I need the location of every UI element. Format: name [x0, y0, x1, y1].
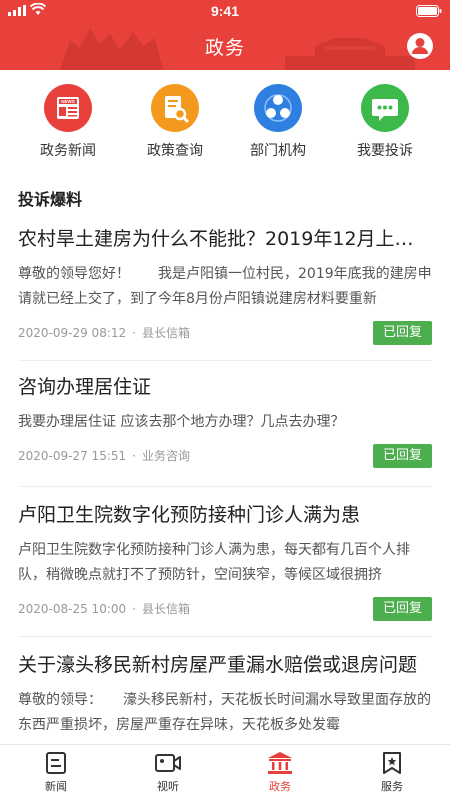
department-icon	[254, 84, 302, 132]
status-bar: 9:41	[0, 0, 450, 22]
list-item[interactable]: 农村旱土建房为什么不能批？2019年12月上交建房申请 尊敬的领导您好！ 我是卢…	[18, 226, 432, 345]
complaint-summary: 卢阳卫生院数字化预防接种门诊人满为患，每天都有几百个人排队，稍微晚点就打不了预防…	[18, 542, 410, 583]
tab-label: 服务	[381, 780, 403, 793]
status-time: 9:41	[210, 3, 240, 19]
tab-news[interactable]: 新闻	[0, 751, 112, 794]
complaint-category: 县长信箱	[141, 326, 190, 340]
user-profile-icon[interactable]	[406, 32, 434, 60]
quick-nav: NEWS 政务新闻 政策查询 部门机构 我要投诉	[0, 70, 450, 168]
separator-dot: ·	[132, 449, 136, 463]
svg-text:NEWS: NEWS	[61, 99, 75, 104]
quick-nav-label: 部门机构	[250, 143, 306, 159]
section-title: 投诉爆料	[18, 190, 83, 209]
complaint-date: 2020-09-27 15:51	[18, 449, 127, 463]
complaint-title: 卢阳卫生院数字化预防接种门诊人满为患	[18, 504, 361, 526]
quick-nav-label: 政策查询	[147, 143, 203, 159]
status-badge: 已回复	[372, 321, 432, 345]
complaint-icon	[361, 84, 409, 132]
quick-nav-label: 我要投诉	[357, 143, 413, 159]
news-tab-icon	[46, 752, 66, 774]
tab-label: 视听	[157, 780, 179, 793]
complaint-summary: 尊敬的领导： 濠头移民新村，天花板长时间漏水导致里面存放的东西严重损坏，房屋严重…	[18, 692, 431, 733]
tab-government[interactable]: 政务	[224, 751, 336, 794]
divider	[18, 486, 432, 487]
list-item[interactable]: 卢阳卫生院数字化预防接种门诊人满为患 卢阳卫生院数字化预防接种门诊人满为患，每天…	[18, 502, 432, 621]
complaint-meta: 2020-08-25 10:00 · 县长信箱 已回复	[18, 597, 432, 621]
policy-search-icon	[151, 84, 199, 132]
complaint-meta: 2020-09-29 08:12 · 县长信箱 已回复	[18, 321, 432, 345]
app-header: 9:41 政务	[0, 0, 450, 70]
complaint-title: 农村旱土建房为什么不能批？2019年12月上交建房申请	[18, 228, 432, 250]
news-icon: NEWS	[44, 84, 92, 132]
complaint-summary: 尊敬的领导您好！ 我是卢阳镇一位村民，2019年底我的建房申请就已经上交了，到了…	[18, 266, 432, 307]
separator-dot: ·	[132, 602, 136, 616]
list-item[interactable]: 关于濠头移民新村房屋严重漏水赔偿或退房问题 尊敬的领导： 濠头移民新村，天花板长…	[18, 652, 432, 738]
divider	[18, 360, 432, 361]
list-item[interactable]: 咨询办理居住证 我要办理居住证 应该去那个地方办理？几点去办理？ 2020-09…	[18, 374, 432, 468]
service-tab-icon	[383, 752, 401, 774]
video-tab-icon	[155, 754, 181, 772]
divider	[18, 636, 432, 637]
status-badge: 已回复	[372, 444, 432, 468]
quick-nav-complaint[interactable]: 我要投诉	[335, 84, 435, 160]
tab-label: 新闻	[45, 780, 67, 793]
quick-nav-department[interactable]: 部门机构	[228, 84, 328, 160]
battery-icon	[416, 5, 442, 17]
complaint-category: 县长信箱	[141, 602, 190, 616]
tab-video[interactable]: 视听	[112, 751, 224, 794]
tab-label: 政务	[269, 780, 291, 793]
tab-service[interactable]: 服务	[336, 751, 448, 794]
complaint-date: 2020-08-25 10:00	[18, 602, 127, 616]
page-title: 政务	[204, 37, 245, 59]
quick-nav-label: 政务新闻	[40, 143, 96, 159]
government-tab-icon	[268, 752, 292, 774]
bottom-tab-bar: 新闻 视听 政务 服务	[0, 744, 450, 800]
complaint-title: 关于濠头移民新村房屋严重漏水赔偿或退房问题	[18, 654, 418, 676]
complaint-title: 咨询办理居住证	[18, 376, 152, 398]
separator-dot: ·	[132, 326, 136, 340]
complaint-summary: 我要办理居住证 应该去那个地方办理？几点去办理？	[18, 414, 345, 430]
complaint-date: 2020-09-29 08:12	[18, 326, 127, 340]
quick-nav-policy[interactable]: 政策查询	[125, 84, 225, 160]
complaint-category: 业务咨询	[141, 449, 190, 463]
quick-nav-news[interactable]: NEWS 政务新闻	[18, 84, 118, 160]
status-badge: 已回复	[372, 597, 432, 621]
complaint-meta: 2020-09-27 15:51 · 业务咨询 已回复	[18, 444, 432, 468]
